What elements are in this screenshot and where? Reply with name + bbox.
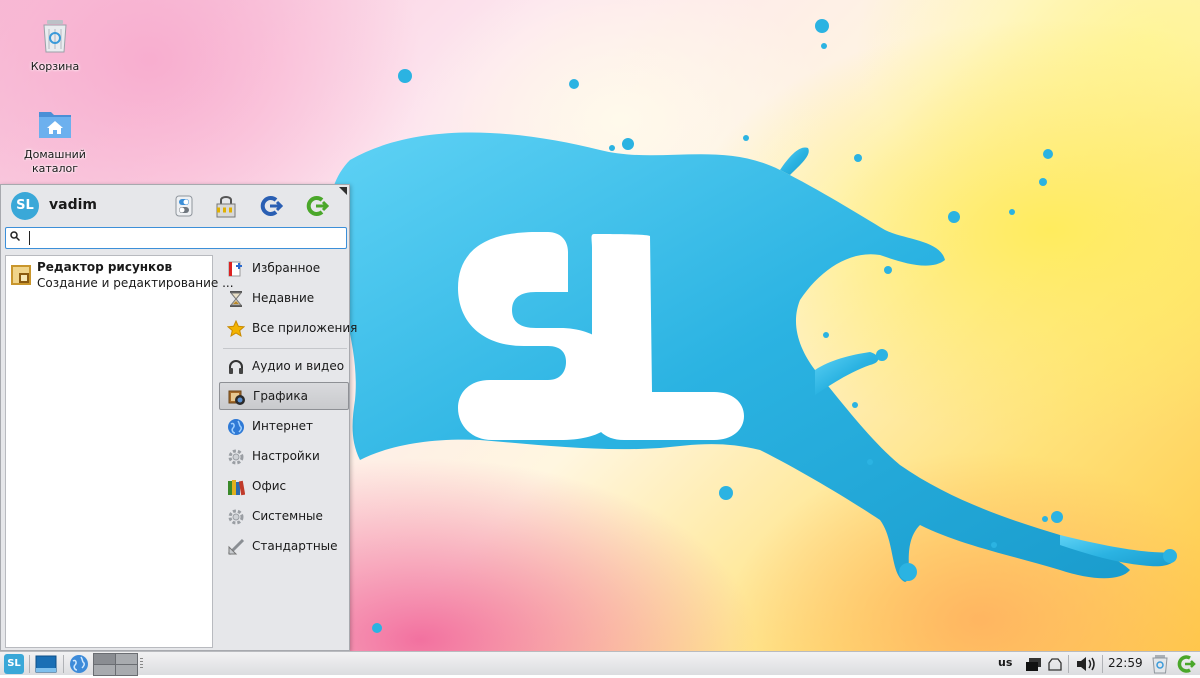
panel-grip-icon — [140, 658, 143, 670]
paint-editor-icon — [11, 265, 31, 285]
lock-screen-icon — [216, 196, 236, 218]
category-office[interactable]: Офис — [219, 473, 349, 501]
search-icon — [10, 231, 20, 241]
username: vadim — [49, 197, 97, 213]
home-folder-icon — [35, 104, 75, 144]
show-desktop-button[interactable] — [34, 653, 58, 675]
globe-icon — [70, 655, 88, 673]
category-label: Стандартные — [252, 539, 338, 553]
search-field[interactable] — [5, 227, 347, 249]
result-title: Редактор рисунков — [37, 260, 173, 274]
taskbar: SL us 22:59 — [0, 651, 1200, 676]
panel-separator — [29, 655, 30, 673]
application-menu: SL vadim Редактор рисунков Создание и ре… — [0, 184, 357, 651]
window-list-button[interactable] — [1024, 653, 1044, 675]
category-label: Офис — [252, 479, 287, 493]
category-label: Все приложения — [252, 321, 358, 335]
show-desktop-icon — [35, 655, 57, 673]
menu-header: SL vadim — [1, 185, 349, 227]
trash-tray-button[interactable] — [1150, 653, 1170, 675]
panel-separator — [1068, 655, 1069, 673]
category-audio-video[interactable]: Аудио и видео — [219, 353, 349, 381]
category-settings[interactable]: Настройки — [219, 443, 349, 471]
category-separator — [223, 348, 347, 349]
start-menu-button[interactable]: SL — [2, 653, 26, 675]
workspace-switcher[interactable] — [93, 653, 138, 676]
hourglass-icon — [229, 291, 243, 307]
panel-separator — [63, 655, 64, 673]
desktop-icon-label: Корзина — [30, 60, 80, 73]
panel-separator — [1102, 655, 1103, 673]
category-recent[interactable]: Недавние — [219, 285, 349, 313]
desktop-icon-trash[interactable]: Корзина — [15, 16, 95, 74]
category-label: Системные — [252, 509, 323, 523]
removable-media-button[interactable] — [1046, 653, 1064, 675]
gear-icon — [228, 509, 244, 525]
category-label: Аудио и видео — [252, 359, 345, 373]
globe-icon — [228, 419, 244, 435]
ruler-icon — [227, 538, 245, 556]
search-input[interactable] — [26, 230, 326, 246]
volume-button[interactable] — [1074, 653, 1098, 675]
volume-icon — [1077, 657, 1095, 671]
eject-drive-icon — [1048, 658, 1062, 671]
browser-launcher[interactable] — [67, 653, 91, 675]
desktop-icon-label: Домашний каталог — [24, 148, 86, 175]
desktop-icon-home[interactable]: Домашний каталог — [15, 104, 95, 176]
category-label: Недавние — [252, 291, 315, 305]
trash-icon — [35, 16, 75, 56]
category-favorites[interactable]: Избранное — [219, 255, 349, 283]
trash-icon — [1152, 655, 1168, 674]
category-label: Избранное — [252, 261, 321, 275]
star-icon — [227, 320, 245, 338]
start-menu-label: SL — [4, 654, 24, 674]
workspace-3[interactable] — [93, 664, 116, 676]
gear-icon — [228, 449, 244, 465]
workspace-4[interactable] — [115, 664, 138, 676]
books-icon — [228, 480, 245, 496]
search-results-list: Редактор рисунков Создание и редактирова… — [5, 255, 234, 648]
keyboard-layout-indicator[interactable]: us — [998, 656, 1012, 669]
category-label: Интернет — [252, 419, 314, 433]
logout-tray-button[interactable] — [1174, 653, 1196, 675]
category-label: Настройки — [252, 449, 320, 463]
settings-toggle-button[interactable] — [171, 193, 197, 219]
text-caret — [29, 231, 30, 245]
user-avatar[interactable]: SL — [11, 192, 39, 220]
category-graphics[interactable]: Графика — [219, 382, 349, 410]
result-item[interactable]: Редактор рисунков Создание и редактирова… — [8, 258, 234, 290]
favorites-icon — [228, 261, 242, 277]
category-label: Графика — [253, 389, 308, 403]
clock[interactable]: 22:59 — [1108, 656, 1143, 670]
result-subtitle: Создание и редактирование ... — [37, 276, 234, 290]
category-system[interactable]: Системные — [219, 503, 349, 531]
logout-icon — [306, 196, 330, 216]
logout-icon — [1177, 655, 1196, 673]
logout-button[interactable] — [303, 193, 330, 219]
camera-icon — [228, 390, 245, 405]
headphones-icon — [229, 360, 243, 374]
category-all-apps[interactable]: Все приложения — [219, 315, 357, 343]
switch-user-icon — [260, 196, 284, 216]
windows-icon — [1026, 658, 1041, 671]
switch-user-button[interactable] — [257, 193, 284, 219]
category-accessories[interactable]: Стандартные — [219, 533, 349, 561]
settings-toggle-icon — [175, 195, 193, 217]
lock-screen-button[interactable] — [213, 193, 239, 219]
category-internet[interactable]: Интернет — [219, 413, 349, 441]
